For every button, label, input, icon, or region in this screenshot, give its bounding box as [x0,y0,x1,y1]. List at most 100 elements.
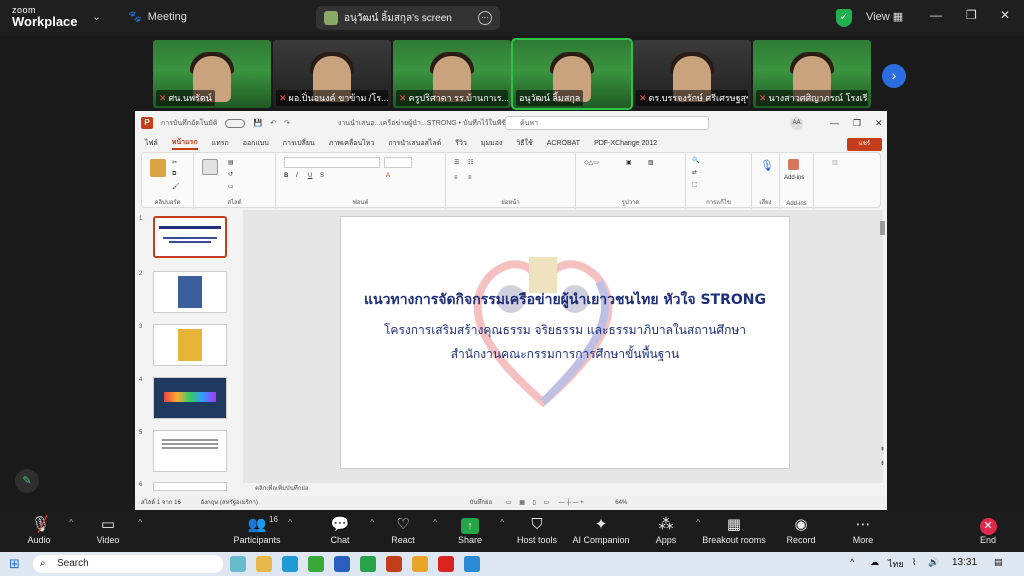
ppt-search-input[interactable]: ค้นหา [505,116,709,130]
replace-icon[interactable]: ⇄ [692,169,697,176]
next-page-arrow-icon[interactable]: › [882,64,906,88]
tab-animations[interactable]: ภาพเคลื่อนไหว [329,138,375,149]
caret-up-icon[interactable]: ^ [433,518,437,527]
caret-up-icon[interactable]: ^ [500,518,504,527]
audio-button[interactable]: 🎙╱ Audio ^ [9,515,73,545]
bold-icon[interactable]: B [284,173,288,179]
task-view-icon[interactable] [230,556,246,572]
save-icon[interactable]: 💾 [253,119,262,127]
participant-tile[interactable]: ✕ ผอ.ปิ่นอนงค์ ขาข้าม /โร... [273,40,391,108]
slide-thumbnail[interactable] [153,377,227,419]
caret-up-icon[interactable]: ^ [69,518,73,527]
react-button[interactable]: ♡ React ^ [373,515,437,545]
network-icon[interactable]: ⌇ [912,557,916,568]
more-button[interactable]: ⋯ More [833,515,893,545]
video-button[interactable]: ▭ Video ^ [78,515,142,545]
format-painter-icon[interactable]: 🖌 [172,183,180,190]
find-icon[interactable]: 🔍 [692,157,699,164]
share-screen-button[interactable]: ↑ Share ^ [440,515,504,545]
paste-icon[interactable] [150,159,166,177]
breakout-rooms-button[interactable]: ▦ Breakout rooms [699,515,769,545]
user-avatar[interactable]: AA [790,117,803,130]
reset-icon[interactable]: ↺ [228,171,233,178]
slide-thumbnail[interactable] [153,430,227,472]
reading-view-icon[interactable]: ▯ [533,500,536,506]
notes-pane[interactable]: คลิกเพื่อเพิ่มบันทึกย่อ [243,483,883,495]
align-center-icon[interactable]: ≡ [468,175,472,181]
cloud-icon[interactable]: ☁ [870,557,879,568]
notification-icon[interactable]: ▤ [994,557,1003,568]
tab-acrobat[interactable]: ACROBAT [547,140,580,147]
underline-icon[interactable]: U [308,173,312,179]
slide-scrollbar[interactable]: ⇞ ⇟ [879,217,887,475]
participant-tile[interactable]: ✕นางสาวศศิญาภรณ์ โรงเรีย... [753,40,871,108]
share-button[interactable]: แชร์ [847,138,882,151]
record-button[interactable]: ◉ Record [771,515,831,545]
undo-icon[interactable]: ↶ [270,119,276,127]
volume-icon[interactable]: 🔊 [928,557,939,568]
restore-icon[interactable]: ❐ [853,118,861,129]
minimize-icon[interactable]: — [930,8,942,22]
new-slide-icon[interactable] [202,159,218,175]
windows-start-icon[interactable]: ⊞ [9,556,20,572]
dictate-mic-icon[interactable]: 🎙 [760,159,774,172]
slide-thumbnail-selected[interactable] [153,216,227,258]
numbering-icon[interactable]: ☷ [468,159,473,166]
participant-tile[interactable]: ✕ ศน.นพรัตน์ [153,40,271,108]
quick-styles-icon[interactable]: ▨ [648,159,654,166]
cut-icon[interactable]: ✂ [172,159,177,166]
security-shield-icon[interactable]: ✓ [836,9,852,27]
excel-icon[interactable] [308,556,324,572]
current-slide[interactable]: แนวทางการจัดกิจกรรมเครือข่ายผู้นำเยาวชนไ… [340,216,790,469]
edge-icon[interactable] [282,556,298,572]
zoom-level[interactable]: 64% [615,500,627,506]
slideshow-icon[interactable]: ▭ [544,500,550,506]
bullets-icon[interactable]: ☰ [454,159,459,166]
tab-review[interactable]: รีวิว [455,138,467,149]
designer-icon[interactable]: ▥ [832,159,838,166]
screen-share-pill[interactable]: อนุวัฒน์ ลิ้มสกุล's screen ··· [316,6,500,30]
notes-toggle[interactable]: บันทึกย่อ [470,500,493,506]
copy-icon[interactable]: ⧉ [172,171,176,178]
chat-button[interactable]: 💬 Chat ^ [310,515,374,545]
font-color-icon[interactable]: A [386,173,390,179]
slide-sorter-icon[interactable]: ▦ [519,500,525,506]
caret-up-icon[interactable]: ^ [288,518,292,527]
participant-tile-active-speaker[interactable]: อนุวัฒน์ ลิ้มสกุล [511,38,633,110]
zoom-logo[interactable]: zoom Workplace [12,5,78,28]
tray-chevron-icon[interactable]: ^ [850,557,854,567]
select-icon[interactable]: ⬚ [692,181,698,188]
minimize-icon[interactable]: — [830,118,839,128]
line-icon[interactable] [360,556,376,572]
close-icon[interactable]: ✕ [1000,8,1010,22]
slide-thumbnail[interactable] [153,271,227,313]
apps-button[interactable]: ⁂ Apps ^ [636,515,700,545]
font-size-select[interactable] [384,157,412,168]
normal-view-icon[interactable]: ▭ [506,500,512,506]
zoom-app-icon[interactable] [464,556,480,572]
slide-thumbnail[interactable] [153,324,227,366]
tab-transitions[interactable]: การเปลี่ยน [283,138,315,149]
redo-icon[interactable]: ↷ [284,119,290,127]
tab-file[interactable]: ไฟล์ [145,138,158,149]
shapes-icon[interactable]: ◇△▭ [584,159,599,166]
restore-icon[interactable]: ❐ [966,8,977,22]
more-options-icon[interactable]: ··· [478,11,492,25]
addins-icon[interactable] [788,159,799,170]
close-icon[interactable]: ✕ [875,118,883,129]
arrange-icon[interactable]: ▣ [626,159,632,166]
tab-home[interactable]: หน้าแรก [171,137,198,150]
file-explorer-icon[interactable] [256,556,272,572]
language-indicator[interactable]: ไทย [888,557,904,571]
annotate-pen-icon[interactable]: ✎ [15,469,39,493]
prev-slide-icon[interactable]: ⇞ [880,446,885,453]
ai-companion-button[interactable]: ✦ AI Companion [568,515,634,545]
italic-icon[interactable]: I [296,173,298,179]
autosave-toggle[interactable] [225,118,246,128]
section-icon[interactable]: ▭ [228,183,234,190]
strikethrough-icon[interactable]: S [320,173,324,179]
next-slide-icon[interactable]: ⇟ [880,460,885,467]
acrobat-icon[interactable] [438,556,454,572]
tab-view[interactable]: มุมมอง [481,138,502,149]
align-left-icon[interactable]: ≡ [454,175,458,181]
